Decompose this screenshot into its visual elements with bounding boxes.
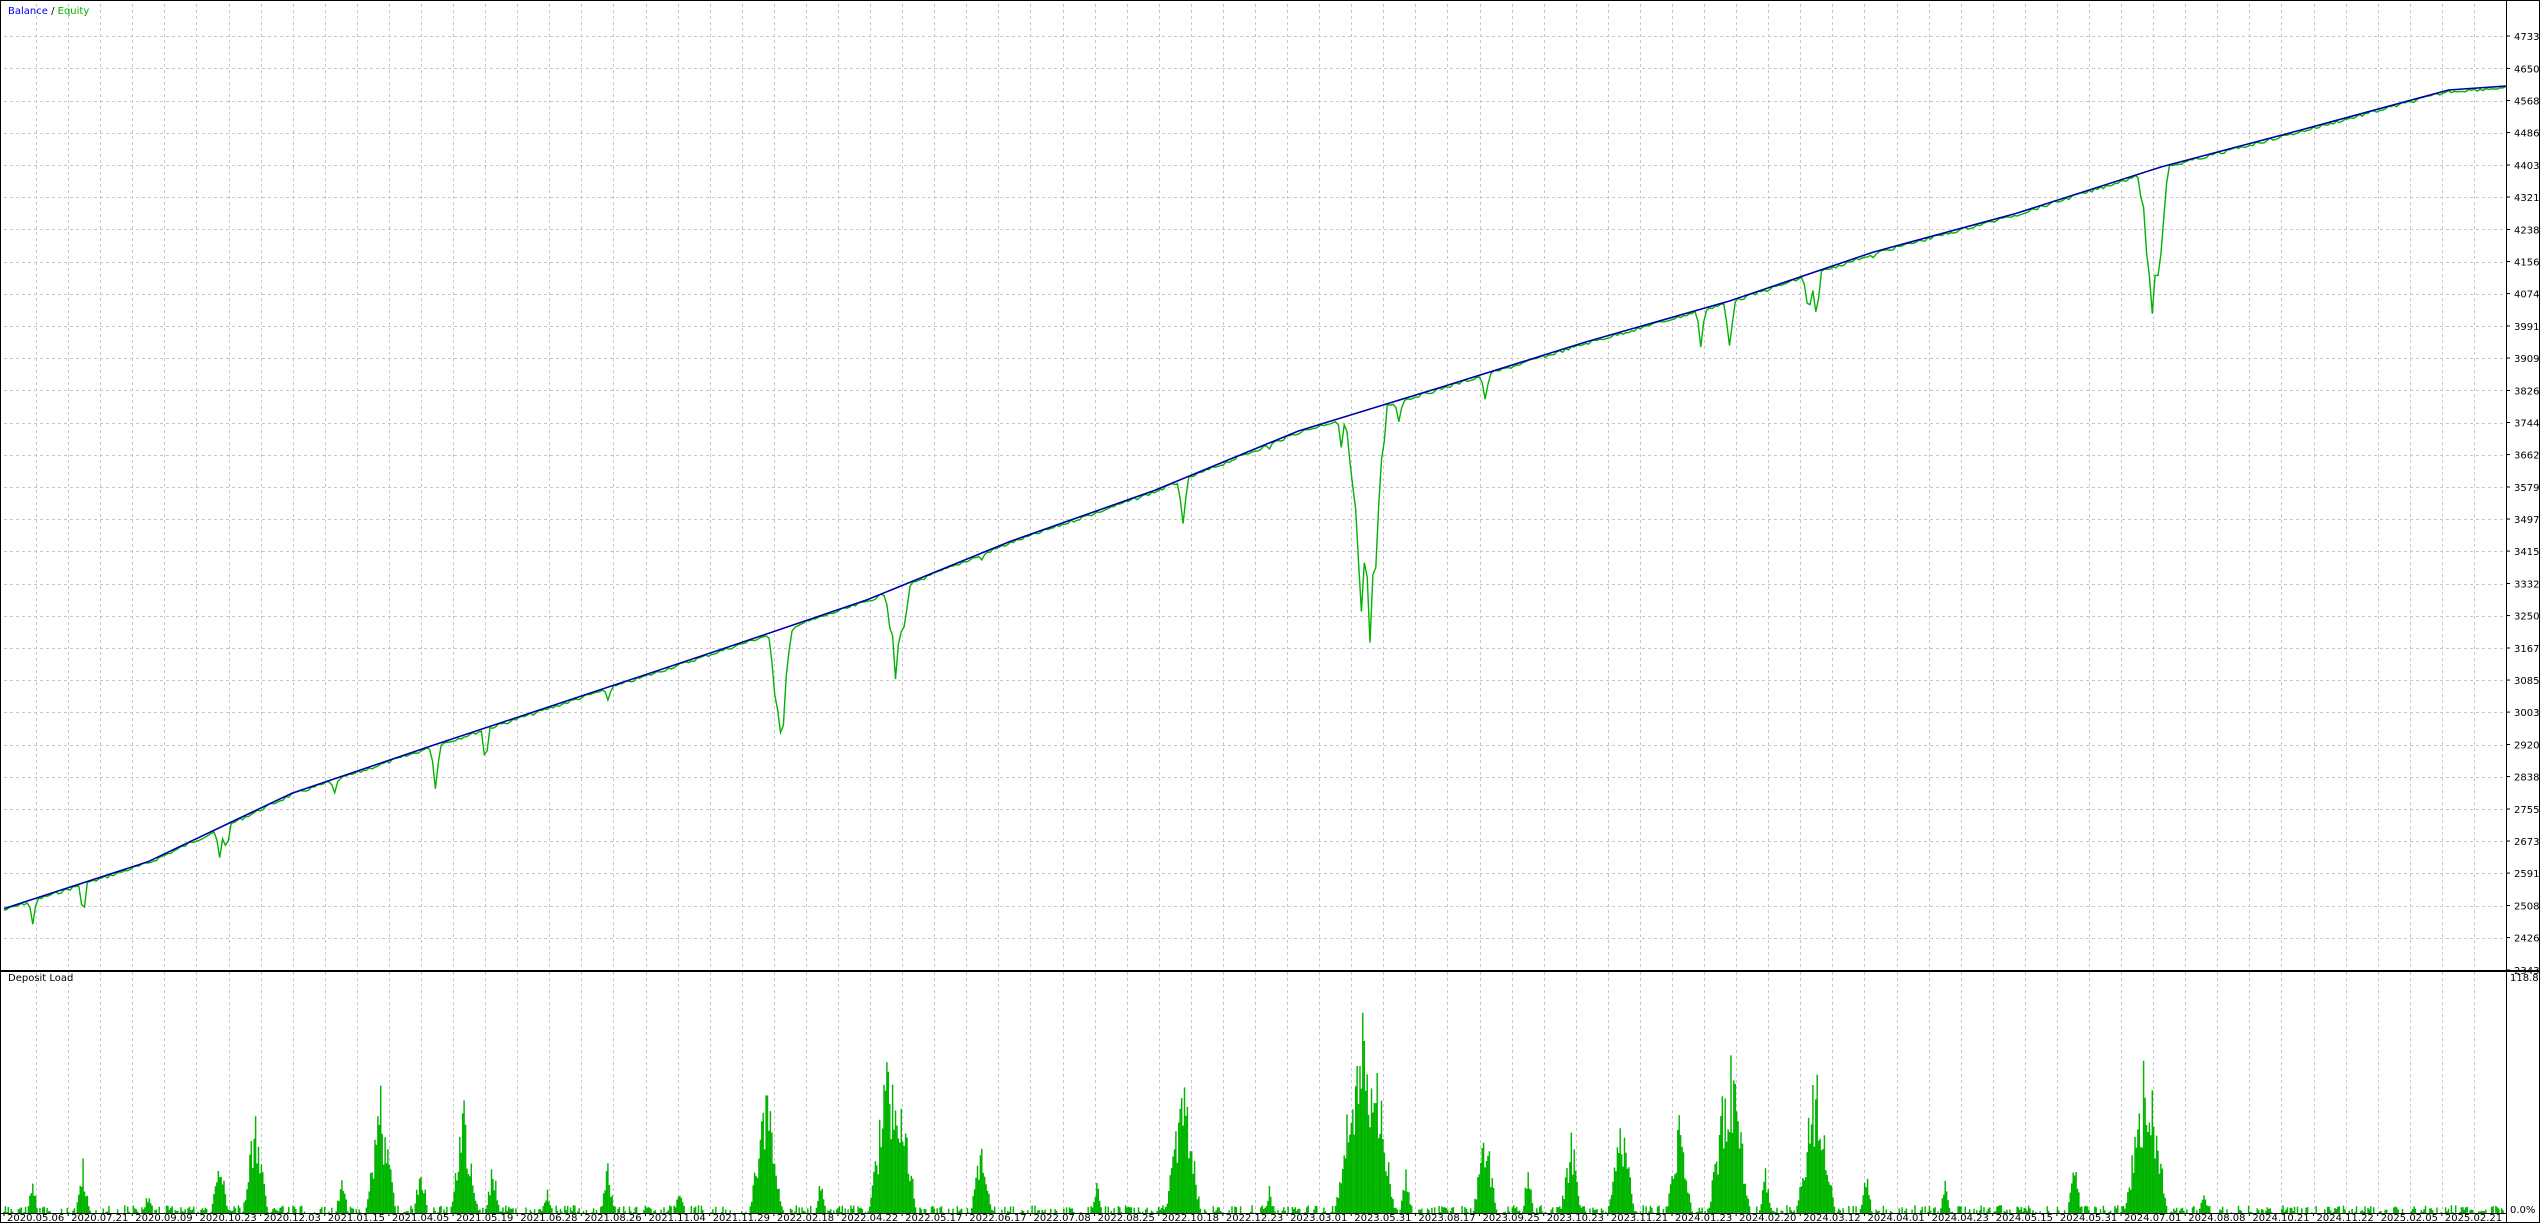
y-tick-label-1: 2426 (2514, 934, 2539, 945)
x-tick-label-12: 2022.02.18 (777, 1213, 834, 1223)
x-tick-label-20: 2023.03.01 (1290, 1213, 1347, 1223)
x-tick-label-8: 2021.06.28 (520, 1213, 577, 1223)
x-tick-label-30: 2024.04.23 (1932, 1213, 1989, 1223)
y-tick-label-20: 3991 (2514, 322, 2539, 333)
chart-svg: 2343242625082591267327552838292030033085… (0, 0, 2540, 1223)
x-tick-label-33: 2024.07.01 (2124, 1213, 2181, 1223)
x-tick-label-16: 2022.07.08 (1033, 1213, 1090, 1223)
x-tick-label-14: 2022.05.17 (905, 1213, 962, 1223)
balance-equity-title: Balance / Equity (8, 6, 89, 17)
x-tick-label-32: 2024.05.31 (2060, 1213, 2117, 1223)
x-tick-label-31: 2024.05.15 (1996, 1213, 2053, 1223)
x-tick-label-23: 2023.09.25 (1483, 1213, 1540, 1223)
x-tick-label-38: 2025.02.21 (2445, 1213, 2502, 1223)
x-tick-label-3: 2020.10.23 (199, 1213, 256, 1223)
y-tick-label-2: 2508 (2514, 902, 2539, 913)
y-tick-label-10: 3167 (2514, 644, 2539, 655)
y-tick-label-9: 3085 (2514, 676, 2539, 687)
title-part-2: Equity (58, 6, 90, 17)
y-tick-label-12: 3332 (2514, 580, 2539, 591)
y-tick-label-28: 4650 (2514, 64, 2539, 75)
x-tick-label-0: 2020.05.06 (7, 1213, 64, 1223)
chart-background (0, 0, 2540, 1223)
y-tick-label-3: 2591 (2514, 869, 2539, 880)
y-tick-label-14: 3497 (2514, 515, 2539, 526)
x-tick-label-2: 2020.09.09 (135, 1213, 192, 1223)
x-tick-label-10: 2021.11.04 (649, 1213, 706, 1223)
y-tick-label-13: 3415 (2514, 547, 2539, 558)
title-part-1: / (48, 6, 58, 17)
y-tick-label-19: 3909 (2514, 354, 2539, 365)
x-tick-label-19: 2022.12.23 (1226, 1213, 1283, 1223)
x-tick-label-34: 2024.08.08 (2188, 1213, 2245, 1223)
y-tick-label-24: 4321 (2514, 193, 2539, 204)
y-tick-label-29: 4733 (2514, 32, 2539, 43)
load-y-label-0: 118.8% (2510, 973, 2540, 984)
y-tick-label-7: 2920 (2514, 741, 2539, 752)
y-tick-label-5: 2755 (2514, 805, 2539, 816)
y-tick-label-25: 4403 (2514, 161, 2539, 172)
y-tick-label-27: 4568 (2514, 97, 2539, 108)
x-tick-label-22: 2023.08.17 (1418, 1213, 1475, 1223)
x-tick-label-26: 2024.01.23 (1675, 1213, 1732, 1223)
y-tick-label-26: 4486 (2514, 129, 2539, 140)
y-tick-label-23: 4238 (2514, 225, 2539, 236)
x-tick-label-17: 2022.08.25 (1098, 1213, 1155, 1223)
x-tick-label-6: 2021.04.05 (392, 1213, 449, 1223)
y-tick-label-18: 3826 (2514, 386, 2539, 397)
x-tick-label-27: 2024.02.20 (1739, 1213, 1796, 1223)
y-tick-label-8: 3003 (2514, 708, 2539, 719)
x-tick-label-28: 2024.03.12 (1803, 1213, 1860, 1223)
x-tick-label-24: 2023.10.23 (1547, 1213, 1604, 1223)
x-tick-label-11: 2021.11.29 (713, 1213, 770, 1223)
y-tick-label-22: 4156 (2514, 258, 2539, 269)
x-tick-label-5: 2021.01.15 (328, 1213, 385, 1223)
y-tick-label-16: 3662 (2514, 451, 2539, 462)
x-tick-label-29: 2024.04.01 (1867, 1213, 1924, 1223)
x-tick-label-1: 2020.07.21 (71, 1213, 128, 1223)
title-part-0: Balance (8, 6, 48, 17)
x-tick-label-4: 2020.12.03 (264, 1213, 321, 1223)
x-tick-label-15: 2022.06.17 (969, 1213, 1026, 1223)
y-tick-label-11: 3250 (2514, 612, 2539, 623)
x-tick-label-13: 2022.04.22 (841, 1213, 898, 1223)
x-tick-label-25: 2023.11.21 (1611, 1213, 1668, 1223)
y-tick-label-15: 3579 (2514, 483, 2539, 494)
x-tick-label-9: 2021.08.26 (584, 1213, 641, 1223)
x-tick-label-35: 2024.10.21 (2252, 1213, 2309, 1223)
y-tick-label-4: 2673 (2514, 837, 2539, 848)
x-tick-label-36: 2024.11.22 (2317, 1213, 2374, 1223)
y-tick-label-21: 4074 (2514, 290, 2539, 301)
y-tick-label-6: 2838 (2514, 773, 2539, 784)
y-tick-label-17: 3744 (2514, 419, 2539, 430)
deposit-load-title: Deposit Load (8, 973, 73, 984)
load-y-label-1: 0.0% (2510, 1205, 2535, 1216)
x-tick-label-21: 2023.05.31 (1354, 1213, 1411, 1223)
x-tick-label-18: 2022.10.18 (1162, 1213, 1219, 1223)
x-tick-label-37: 2025.02.05 (2381, 1213, 2438, 1223)
x-tick-label-7: 2021.05.19 (456, 1213, 513, 1223)
